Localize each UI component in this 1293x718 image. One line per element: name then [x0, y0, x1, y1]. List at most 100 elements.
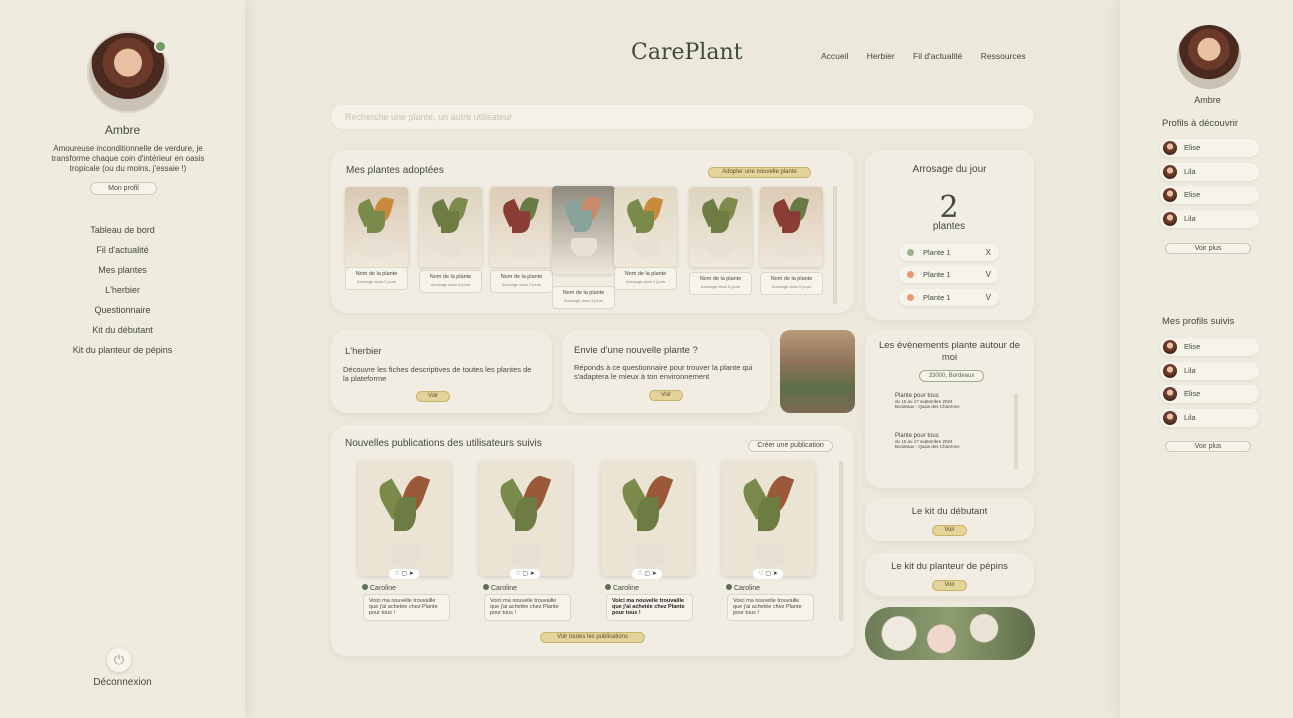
plant-label[interactable]: Nom de la plante Arrosage dans 5 jours: [689, 272, 752, 295]
sidebar-item-dashboard[interactable]: Tableau de bord: [0, 224, 245, 244]
questionnaire-desc: Réponds à ce questionnaire pour trouver …: [574, 363, 753, 381]
plant-card[interactable]: [614, 187, 677, 267]
plant-card[interactable]: [760, 187, 823, 267]
watering-item-mark[interactable]: V: [986, 289, 991, 306]
event-item[interactable]: Plante pour tous du 15 au 17 septembre 2…: [895, 393, 1005, 409]
sidebar-item-beginner-kit[interactable]: Kit du débutant: [0, 324, 245, 344]
share-icon[interactable]: ➤: [409, 571, 414, 577]
sidebar-item-my-plants[interactable]: Mes plantes: [0, 264, 245, 284]
post-image[interactable]: [358, 461, 451, 576]
profile-row[interactable]: Lila: [1160, 162, 1259, 181]
avatar: [726, 584, 732, 590]
plant-card[interactable]: [552, 186, 615, 274]
sidebar-item-questionnaire[interactable]: Questionnaire: [0, 304, 245, 324]
avatar: [1163, 340, 1177, 354]
profile-row[interactable]: Lila: [1160, 408, 1259, 427]
my-profile-button[interactable]: Mon profil: [90, 182, 157, 195]
share-icon[interactable]: ➤: [773, 571, 778, 577]
profile-row[interactable]: Elise: [1160, 338, 1259, 356]
herbier-desc: Découvre les fiches descriptives de tout…: [343, 365, 532, 383]
watering-item-mark[interactable]: X: [986, 244, 991, 261]
profile-row[interactable]: Elise: [1160, 139, 1259, 157]
profile-row[interactable]: Lila: [1160, 209, 1259, 228]
watering-count: 2: [939, 190, 959, 225]
profile-row[interactable]: Elise: [1160, 385, 1259, 403]
post-author[interactable]: Caroline: [362, 584, 396, 592]
logout-link[interactable]: Déconnexion: [0, 677, 245, 688]
adopt-plant-button[interactable]: Adopter une nouvelle plante: [708, 167, 811, 178]
status-dot-icon: [907, 249, 914, 256]
status-dot-icon: [907, 294, 914, 301]
herbier-view-button[interactable]: Voir: [416, 391, 450, 402]
create-post-button[interactable]: Créer une publication: [748, 440, 833, 452]
all-posts-button[interactable]: Voir toutes les publications: [540, 632, 645, 643]
post-author[interactable]: Caroline: [605, 584, 639, 592]
post-image[interactable]: [722, 461, 815, 576]
comment-icon[interactable]: ▢: [765, 571, 771, 577]
nav-resources[interactable]: Ressources: [981, 51, 1026, 61]
watering-item-name: Plante 1: [923, 293, 951, 302]
plant-card[interactable]: [419, 187, 482, 267]
sidebar-item-herbier[interactable]: L'herbier: [0, 284, 245, 304]
post-image[interactable]: [601, 461, 694, 576]
avatar: [1163, 164, 1177, 179]
plant-card[interactable]: [689, 187, 752, 267]
beginner-kit-button[interactable]: Voir: [932, 525, 967, 536]
like-icon[interactable]: ♡: [637, 571, 642, 577]
share-icon[interactable]: ➤: [652, 571, 657, 577]
profile-row[interactable]: Elise: [1160, 186, 1259, 204]
comment-icon[interactable]: ▢: [401, 571, 407, 577]
seed-kit-button[interactable]: Voir: [932, 580, 967, 591]
plant-card[interactable]: [490, 187, 553, 267]
plant-card[interactable]: [345, 187, 408, 267]
plant-label[interactable]: Nom de la plante Arrosage dans 5 jours: [760, 272, 823, 295]
plant-image: [419, 187, 482, 267]
events-title: Les évènements plante autour de moi: [878, 340, 1020, 363]
plant-name: Nom de la plante: [429, 274, 472, 280]
nav-feed[interactable]: Fil d'actualité: [913, 51, 962, 61]
search-input[interactable]: Recherche une plante, un autre utilisate…: [331, 105, 1034, 129]
scrollbar[interactable]: [833, 186, 837, 304]
like-icon[interactable]: ♡: [758, 571, 763, 577]
sidebar-item-feed[interactable]: Fil d'actualité: [0, 244, 245, 264]
watering-item[interactable]: Plante 1 X: [899, 244, 999, 261]
avatar[interactable]: [1177, 25, 1241, 89]
brand-logo[interactable]: CarePlant: [631, 40, 742, 65]
event-item[interactable]: Plante pour tous du 15 au 17 septembre 2…: [895, 433, 1005, 449]
plant-label[interactable]: Nom de la plante Arrosage dans 3 jours: [552, 286, 615, 309]
post-actions[interactable]: ♡ ▢ ➤: [632, 569, 662, 579]
scrollbar[interactable]: [1014, 394, 1018, 469]
plant-image: [689, 187, 752, 267]
discover-more-button[interactable]: Voir plus: [1165, 243, 1251, 254]
watering-item[interactable]: Plante 1 V: [899, 266, 999, 283]
location-badge[interactable]: 33000, Bordeaux: [919, 370, 984, 382]
watering-item[interactable]: Plante 1 V: [899, 289, 999, 306]
plant-label[interactable]: Nom de la plante Arrosage dans 5 jours: [614, 267, 677, 290]
profile-row-name: Elise: [1184, 143, 1201, 152]
plant-label[interactable]: Nom de la plante Arrosage dans 2 jours: [490, 270, 553, 293]
profile-row-name: Elise: [1184, 389, 1201, 398]
post-image[interactable]: [479, 461, 572, 576]
power-icon[interactable]: ⏻: [107, 648, 131, 672]
post-actions[interactable]: ♡ ▢ ➤: [510, 569, 540, 579]
adopted-plants-title: Mes plantes adoptées: [346, 165, 444, 176]
like-icon[interactable]: ♡: [515, 571, 520, 577]
nav-herbier[interactable]: Herbier: [867, 51, 895, 61]
sidebar-item-seed-kit[interactable]: Kit du planteur de pépins: [0, 344, 245, 364]
questionnaire-view-button[interactable]: Voir: [649, 390, 683, 401]
post-author[interactable]: Caroline: [483, 584, 517, 592]
like-icon[interactable]: ♡: [394, 571, 399, 577]
scrollbar[interactable]: [839, 461, 843, 621]
watering-item-mark[interactable]: V: [986, 266, 991, 283]
post-author[interactable]: Caroline: [726, 584, 760, 592]
profile-row[interactable]: Lila: [1160, 361, 1259, 380]
nav-home[interactable]: Accueil: [821, 51, 848, 61]
plant-label[interactable]: Nom de la plante Arrosage dans 2 jours: [345, 267, 408, 290]
post-actions[interactable]: ♡ ▢ ➤: [753, 569, 783, 579]
post-actions[interactable]: ♡ ▢ ➤: [389, 569, 419, 579]
following-more-button[interactable]: Voir plus: [1165, 441, 1251, 452]
comment-icon[interactable]: ▢: [644, 571, 650, 577]
comment-icon[interactable]: ▢: [522, 571, 528, 577]
plant-label[interactable]: Nom de la plante Arrosage dans 3 jours: [419, 270, 482, 293]
share-icon[interactable]: ➤: [530, 571, 535, 577]
